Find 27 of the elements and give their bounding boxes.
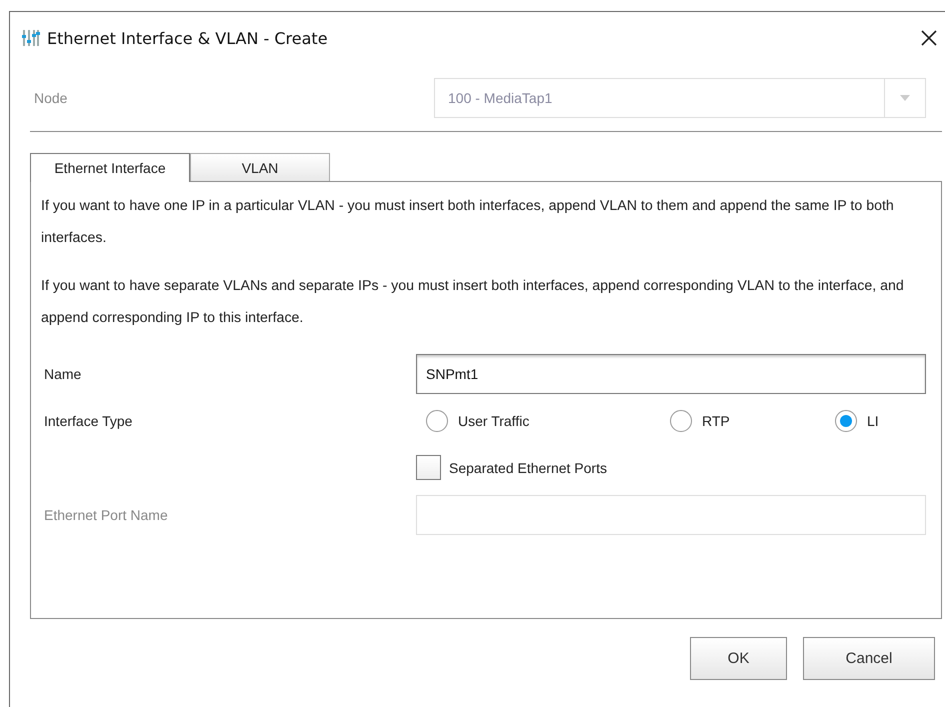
ethernet-port-name-label: Ethernet Port Name [43, 506, 169, 522]
checkbox[interactable] [416, 455, 441, 480]
dropdown-caret-icon [899, 94, 911, 102]
name-label: Name [43, 366, 82, 382]
radio-option[interactable]: LI [825, 410, 935, 432]
radio-label: LI [867, 412, 879, 428]
sliders-icon [21, 28, 41, 48]
checkbox-label: Separated Ethernet Ports [449, 460, 607, 476]
radio-button[interactable] [835, 410, 857, 432]
dialog-button[interactable]: OK [690, 637, 787, 680]
dialog-button[interactable]: Cancel [803, 637, 935, 680]
tab[interactable]: VLAN [190, 153, 330, 181]
close-icon[interactable] [920, 29, 938, 47]
window-title: Ethernet Interface & VLAN - Create [47, 28, 329, 48]
radio-label: RTP [702, 412, 730, 428]
node-value: 100 - MediaTap1 [447, 90, 554, 106]
radio-option[interactable]: RTP [660, 410, 825, 432]
info-paragraph: If you want to have separate VLANs and separate IPs - you must insert both interfaces, append corresponding VLAN to the interface, and append corresponding IP to this interface. [41, 277, 905, 328]
radio-label: User Traffic [458, 412, 530, 428]
radio-option[interactable]: User Traffic [416, 410, 660, 432]
interface-type-label: Interface Type [43, 412, 134, 428]
info-paragraph: If you want to have one IP in a particular VLAN - you must insert both interfaces, append VLAN to them and append the same IP to both interfaces. [41, 197, 895, 248]
tab[interactable]: Ethernet Interface [30, 153, 190, 182]
radio-button[interactable] [426, 410, 448, 432]
name-field[interactable]: SNPmt1 [416, 354, 926, 394]
node-label: Node [33, 90, 68, 106]
radio-button[interactable] [670, 410, 692, 432]
